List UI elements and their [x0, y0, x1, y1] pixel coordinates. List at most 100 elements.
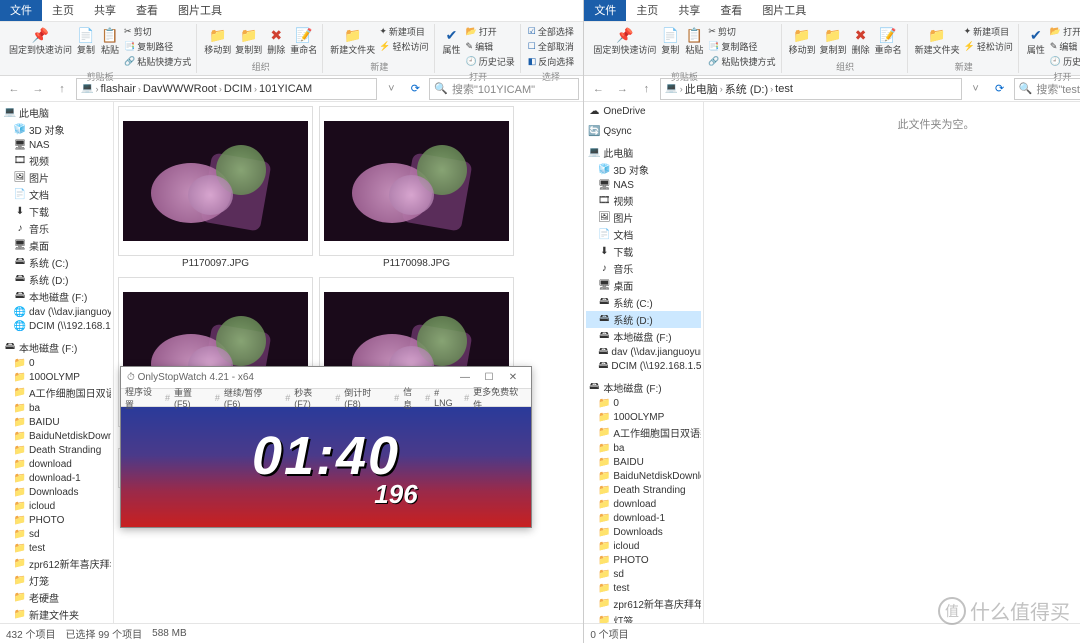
rename-button[interactable]: 📝重命名 [289, 24, 318, 56]
selectnone-button[interactable]: ☐全部取消 [527, 39, 576, 54]
tree-item[interactable]: ☁OneDrive [586, 104, 701, 118]
tree-item[interactable]: 📁BAIDU [586, 455, 701, 469]
tree-item[interactable]: 🖴本地磁盘 (F:) [2, 339, 111, 356]
tree-item[interactable]: 📄文档 [2, 186, 111, 203]
tree-item[interactable]: 📁ba [586, 441, 701, 455]
tree-item[interactable]: 📁Death Stranding [586, 483, 701, 497]
tab-home[interactable]: 主页 [42, 0, 84, 21]
tree-item[interactable]: 🖴系统 (D:) [586, 311, 701, 328]
tree-item[interactable]: 📁download [586, 497, 701, 511]
stopwatch-menu-item[interactable]: 更多免费软件 [473, 385, 527, 411]
stopwatch-menu-item[interactable]: 秒表 (F7) [294, 386, 331, 409]
minimize-button[interactable]: — [453, 372, 477, 383]
delete-button[interactable]: ✖删除 [850, 24, 872, 56]
tree-item[interactable]: ♪音乐 [2, 220, 111, 237]
tree-item[interactable]: 🖴系统 (D:) [2, 271, 111, 288]
search-input[interactable]: 🔍搜索"test" [1014, 78, 1080, 100]
tree-item[interactable]: 🖥NAS [586, 178, 701, 192]
tree-item[interactable]: 📁ba [2, 401, 111, 415]
addr-dropdown[interactable]: ˅ [966, 79, 986, 99]
tree-item[interactable]: ♪音乐 [586, 260, 701, 277]
tree-item[interactable]: ⬇下载 [2, 203, 111, 220]
tree-item[interactable]: 📁100OLYMP [586, 410, 701, 424]
history-button[interactable]: 🕘历史记录 [465, 54, 516, 69]
stopwatch-menu-item[interactable]: 倒计时 (F8) [344, 386, 390, 409]
pin-button[interactable]: 📌固定到快速访问 [8, 24, 73, 56]
tab-pictools[interactable]: 图片工具 [752, 0, 816, 21]
cut-button[interactable]: ✂剪切 [123, 24, 192, 39]
open-button[interactable]: 📂打开 [465, 24, 516, 39]
tree-item[interactable]: 📁icloud [586, 539, 701, 553]
history-button[interactable]: 🕘历史记录 [1049, 54, 1080, 69]
tree-item[interactable]: 📁sd [586, 567, 701, 581]
copy-button[interactable]: 📄复制 [75, 24, 97, 56]
tree-item[interactable]: 🖴dav (\\dav.jianguoyun.com [586, 345, 701, 359]
easyaccess-button[interactable]: ⚡轻松访问 [963, 39, 1014, 54]
stopwatch-window[interactable]: ⏱ OnlyStopWatch 4.21 - x64 — ☐ ✕ 程序设置#重置… [120, 366, 532, 528]
pasteshortcut-button[interactable]: 🔗粘贴快捷方式 [707, 54, 776, 69]
tree-item[interactable]: 🎞视频 [2, 152, 111, 169]
tree-item[interactable]: 📁test [586, 581, 701, 595]
stopwatch-menu-item[interactable]: 信息 [403, 385, 421, 411]
props-button[interactable]: ✔属性 [1025, 24, 1047, 56]
breadcrumb[interactable]: 💻› 此电脑› 系统 (D:)› test [660, 78, 961, 100]
tree-item[interactable]: 📁BAIDU [2, 415, 111, 429]
tree-item[interactable]: 💻此电脑 [2, 104, 111, 121]
tree-item[interactable]: 🖼图片 [2, 169, 111, 186]
copy-button[interactable]: 📄复制 [659, 24, 681, 56]
easyaccess-button[interactable]: ⚡轻松访问 [378, 39, 429, 54]
refresh-button[interactable]: ⟳ [405, 82, 425, 95]
tab-share[interactable]: 共享 [84, 0, 126, 21]
tree-item[interactable]: 📁PHOTO [2, 513, 111, 527]
tree-item[interactable]: 📁zpr612新年喜庆拜年视频pr [2, 555, 111, 572]
selectinv-button[interactable]: ◧反向选择 [527, 54, 576, 69]
search-input[interactable]: 🔍搜索"101YICAM" [429, 78, 579, 100]
tree-item[interactable]: 📁PHOTO [586, 553, 701, 567]
tree-item[interactable]: 📁老硬盘 [2, 589, 111, 606]
tree-item[interactable]: ⬇下载 [586, 243, 701, 260]
file-tile[interactable]: P1170098.JPG [319, 106, 514, 271]
refresh-button[interactable]: ⟳ [990, 82, 1010, 95]
tree-item[interactable]: 📁A工作细胞国日双语类制版10 [2, 384, 111, 401]
tab-file[interactable]: 文件 [584, 0, 626, 21]
open-button[interactable]: 📂打开 [1049, 24, 1080, 39]
tree-item[interactable]: 🖴系统 (C:) [2, 254, 111, 271]
tab-home[interactable]: 主页 [626, 0, 668, 21]
tab-share[interactable]: 共享 [668, 0, 710, 21]
stopwatch-menu-item[interactable]: 继续/暂停 (F6) [224, 386, 281, 409]
tree-item[interactable]: 📁BaiduNetdiskDownload [586, 469, 701, 483]
tree-item[interactable]: 🖥桌面 [2, 237, 111, 254]
copyto-button[interactable]: 📁复制到 [819, 24, 848, 56]
tree-item[interactable]: 🎞视频 [586, 192, 701, 209]
copypath-button[interactable]: 📑复制路径 [707, 39, 776, 54]
tree-item[interactable]: 📁zpr612新年喜庆拜年视频pr [586, 595, 701, 612]
tree-item[interactable]: 🌐DCIM (\\192.168.1.54) (Z:) [2, 319, 111, 333]
pin-button[interactable]: 📌固定到快速访问 [592, 24, 657, 56]
pasteshortcut-button[interactable]: 🔗粘贴快捷方式 [123, 54, 192, 69]
tab-view[interactable]: 查看 [710, 0, 752, 21]
newfolder-button[interactable]: 📁新建文件夹 [914, 24, 961, 56]
copyto-button[interactable]: 📁复制到 [234, 24, 263, 56]
tree-item[interactable]: 📁Downloads [586, 525, 701, 539]
rename-button[interactable]: 📝重命名 [874, 24, 903, 56]
back-button[interactable]: ← [588, 79, 608, 99]
copypath-button[interactable]: 📑复制路径 [123, 39, 192, 54]
tree-item[interactable]: 📁BaiduNetdiskDownload [2, 429, 111, 443]
up-button[interactable]: ↑ [636, 79, 656, 99]
close-button[interactable]: ✕ [501, 372, 525, 383]
tree-item[interactable]: 🔄Qsync [586, 124, 701, 138]
tree-item[interactable]: 📁sd [2, 527, 111, 541]
tree-item[interactable]: 🖴DCIM (\\192.168.1.54) (Z:) [586, 359, 701, 373]
tree-item[interactable]: 📁0 [586, 396, 701, 410]
tree-item[interactable]: 📁A工作细胞国日双语类制版10 [586, 424, 701, 441]
tree-item[interactable]: 📁download [2, 457, 111, 471]
tree-item[interactable]: 🖴系统 (C:) [586, 294, 701, 311]
breadcrumb[interactable]: 💻› flashair› DavWWWRoot› DCIM› 101YICAM [76, 78, 377, 100]
edit-button[interactable]: ✎编辑 [465, 39, 516, 54]
cut-button[interactable]: ✂剪切 [707, 24, 776, 39]
tree-item[interactable]: 🖼图片 [586, 209, 701, 226]
tree-item[interactable]: 📁Death Stranding [2, 443, 111, 457]
tab-view[interactable]: 查看 [126, 0, 168, 21]
moveto-button[interactable]: 📁移动到 [203, 24, 232, 56]
newfolder-button[interactable]: 📁新建文件夹 [329, 24, 376, 56]
